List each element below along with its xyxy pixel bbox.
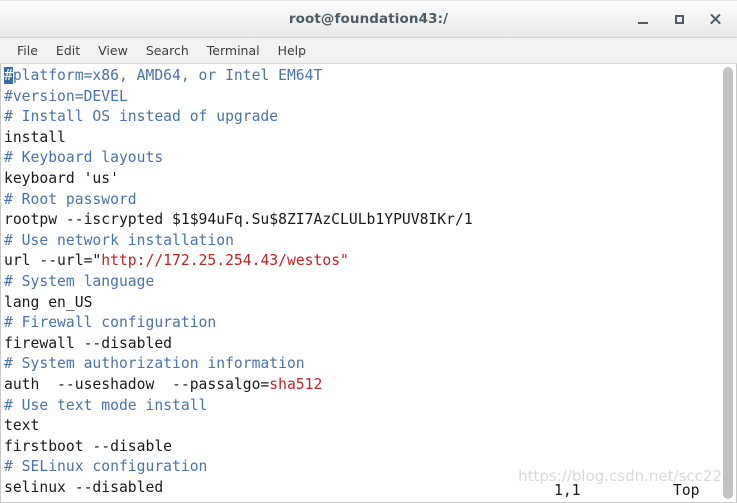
minimize-icon (638, 21, 648, 24)
terminal-text: lang en_US (4, 293, 93, 311)
terminal-text: # System authorization information (4, 355, 305, 373)
terminal-line: # Root password (4, 190, 721, 211)
terminal-line: # Firewall configuration (4, 313, 721, 334)
terminal-line: url --url="http://172.25.254.43/westos" (4, 251, 721, 272)
terminal-text: # Keyboard layouts (4, 149, 164, 167)
terminal-line: # Use text mode install (4, 396, 721, 417)
terminal-text: firstboot --disable (4, 437, 173, 455)
terminal-text: # System language (4, 272, 155, 290)
terminal-line: auth --useshadow --passalgo=sha512 (4, 375, 721, 396)
menu-item-terminal[interactable]: Terminal (198, 40, 269, 61)
terminal-text-area[interactable]: #platform=x86, AMD64, or Intel EM64T #ver… (1, 64, 721, 502)
terminal-line: rootpw --iscrypted $1$94uFq.Su$8ZI7AzCLU… (4, 210, 721, 231)
terminal-line: install (4, 128, 721, 149)
terminal-line: #version=DEVEL (4, 87, 721, 108)
terminal-text: http://172.25.254.43/westos" (101, 252, 349, 270)
terminal-text: # Root password (4, 190, 137, 208)
terminal-text: # Firewall configuration (4, 314, 217, 332)
terminal-text: sha512 (269, 375, 323, 393)
terminal-text: keyboard 'us' (4, 169, 119, 187)
terminal-line: # System authorization information (4, 354, 721, 375)
terminal-line: # System language (4, 272, 721, 293)
maximize-button[interactable] (671, 11, 687, 27)
terminal-text: # SELinux configuration (4, 458, 208, 476)
maximize-icon (674, 14, 684, 24)
minimize-button[interactable] (635, 11, 651, 27)
terminal-body[interactable]: #platform=x86, AMD64, or Intel EM64T #ver… (0, 64, 737, 503)
terminal-line: # SELinux configuration (4, 457, 721, 478)
terminal-line: #platform=x86, AMD64, or Intel EM64T (4, 66, 721, 87)
terminal-line: selinux --disabled (4, 478, 721, 499)
menu-item-view[interactable]: View (89, 40, 137, 61)
close-button[interactable] (707, 11, 723, 27)
title-bar[interactable]: root@foundation43:/ (0, 0, 737, 38)
terminal-text: rootpw --iscrypted $1$94uFq.Su$8ZI7AzCLU… (4, 211, 473, 229)
menu-item-search[interactable]: Search (137, 40, 198, 61)
terminal-line: # Use network installation (4, 231, 721, 252)
terminal-text: firewall --disabled (4, 334, 173, 352)
terminal-text: # Install OS instead of upgrade (4, 108, 279, 126)
menu-item-file[interactable]: File (8, 40, 47, 61)
terminal-line: keyboard 'us' (4, 169, 721, 190)
terminal-text: install (4, 128, 66, 146)
terminal-line: text (4, 416, 721, 437)
menu-bar: File Edit View Search Terminal Help (0, 38, 737, 64)
window-title: root@foundation43:/ (288, 11, 449, 27)
terminal-line: firstboot --disable (4, 437, 721, 458)
terminal-text: auth --useshadow --passalgo= (4, 375, 270, 393)
close-icon (709, 13, 721, 25)
terminal-window: root@foundation43:/ File Edit View Searc… (0, 0, 737, 503)
terminal-line: firewall --disabled (4, 334, 721, 355)
terminal-line: # Keyboard layouts (4, 148, 721, 169)
terminal-text: text (4, 417, 40, 435)
terminal-line: # Install OS instead of upgrade (4, 107, 721, 128)
terminal-text: url --url=" (4, 252, 102, 270)
scrollbar-thumb[interactable] (723, 67, 733, 499)
window-controls (635, 1, 729, 37)
menu-item-help[interactable]: Help (269, 40, 316, 61)
terminal-text: # Use text mode install (4, 396, 208, 414)
menu-item-edit[interactable]: Edit (47, 40, 89, 61)
terminal-text: # Use network installation (4, 231, 234, 249)
terminal-text: selinux --disabled (4, 478, 164, 496)
terminal-line: lang en_US (4, 293, 721, 314)
text-cursor: # (4, 67, 13, 84)
terminal-text: #version=DEVEL (4, 87, 128, 105)
scrollbar[interactable] (721, 65, 735, 501)
terminal-text: platform=x86, AMD64, or Intel EM64T (12, 67, 323, 84)
